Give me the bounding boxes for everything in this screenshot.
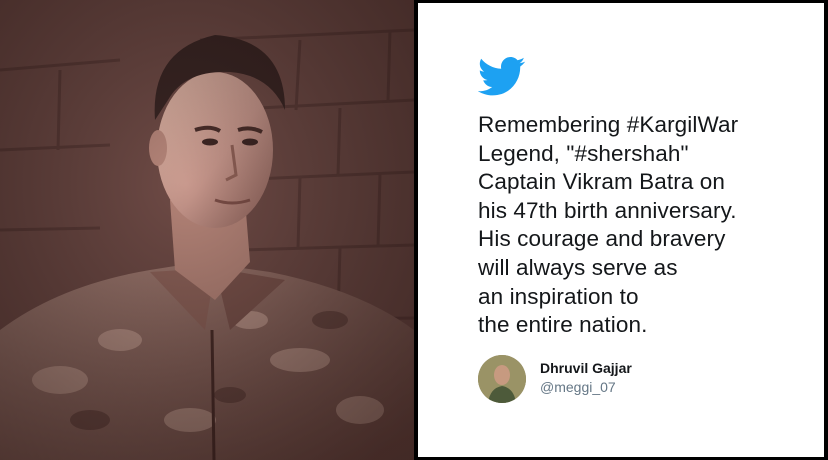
tweet-card: Remembering #KargilWar Legend, "#shersha… [418,3,824,457]
tweet-line: an inspiration to [478,283,639,309]
tweet-text: Remembering #KargilWar Legend, "#shersha… [478,111,818,340]
soldier-portrait-image [0,0,414,460]
twitter-bird-icon [478,57,526,96]
tweet-author[interactable]: Dhruvil Gajjar @meggi_07 [478,355,778,405]
avatar[interactable] [478,355,526,403]
tweet-line: will always serve as [478,254,678,280]
author-handle[interactable]: @meggi_07 [540,379,616,395]
tweet-line: the entire nation. [478,312,648,338]
tweet-line: his 47th birth anniversary. [478,197,737,223]
author-name[interactable]: Dhruvil Gajjar [540,360,632,376]
tweet-line: Legend, "#shershah" [478,140,689,166]
tweet-line: Remembering #KargilWar [478,112,739,137]
avatar-image [478,355,526,403]
portrait-photo [0,0,414,460]
tweet-line: Captain Vikram Batra on [478,169,726,195]
tweet-line: His courage and bravery [478,226,726,252]
